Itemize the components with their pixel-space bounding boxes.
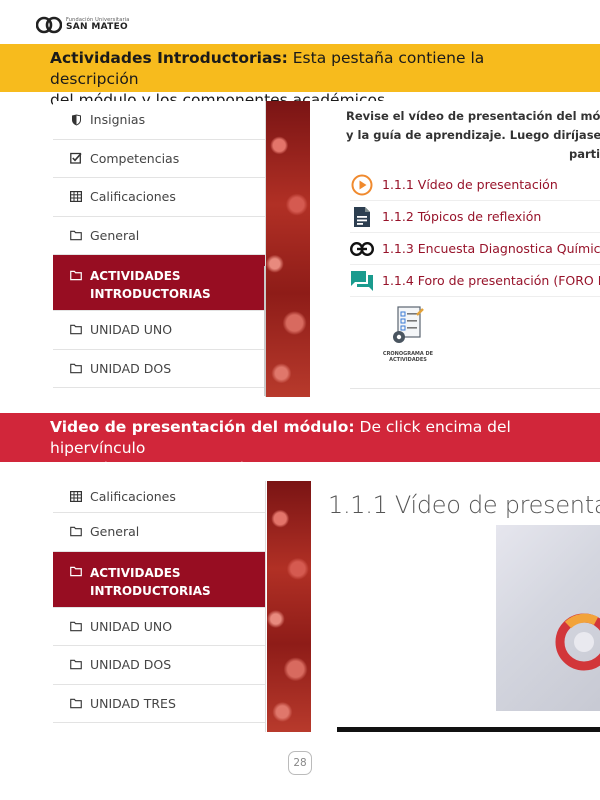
divider [350, 388, 600, 389]
intro-line2: y la guía de aprendizaje. Luego diríjase… [346, 128, 600, 142]
checklist-gear-icon [393, 306, 424, 343]
sidebar-item-unidad-tres[interactable]: UNIDAD TRES [53, 685, 265, 723]
video-page-content: 1.1.1 Vídeo de presentación [311, 481, 600, 732]
sidebar-item-calificaciones[interactable]: Calificaciones [53, 178, 265, 217]
sidebar-item-unidad-uno[interactable]: UNIDAD UNO [53, 311, 265, 350]
activity-encuesta-diagnostica[interactable]: 1.1.3 Encuesta Diagnostica Química y [350, 233, 600, 265]
sidebar-item-calificaciones[interactable]: Calificaciones [53, 481, 265, 513]
folder-icon [70, 362, 82, 374]
sidebar-item-unidad-dos[interactable]: UNIDAD DOS [53, 646, 265, 685]
label-line2: INTRODUCTORIAS [90, 583, 211, 598]
banner2-line2: y podrá ver la información del video. [50, 460, 336, 478]
university-logo: Fundación Universitaria SAN MATEO [36, 14, 130, 36]
link-icon [350, 237, 374, 261]
university-logo-icon [555, 613, 600, 671]
folder-icon [70, 659, 82, 671]
sidebar-item-competencias[interactable]: Competencias [53, 140, 265, 178]
folder-icon [70, 620, 82, 632]
sidebar-item-general[interactable]: General [53, 217, 265, 255]
sidebar-item-label: ACTIVIDADES INTRODUCTORIAS [90, 267, 211, 303]
activity-label: 1.1.1 Vídeo de presentación [382, 177, 558, 192]
video-player[interactable] [496, 525, 600, 711]
activity-label: 1.1.3 Encuesta Diagnostica Química y [382, 241, 600, 256]
intro-line1: Revise el vídeo de presentación del módu… [346, 109, 600, 123]
logo-mark-icon [36, 16, 62, 34]
sidebar-item-actividades-introductorias[interactable]: ACTIVIDADES INTRODUCTORIAS [53, 255, 265, 311]
sidebar-item-unidad-uno[interactable]: UNIDAD UNO [53, 608, 265, 646]
cronograma-label: CRONOGRAMA DE ACTIVIDADES [378, 351, 438, 363]
table-icon [70, 191, 82, 203]
sidebar-item-label: General [90, 227, 140, 243]
cronograma-actividades[interactable]: CRONOGRAMA DE ACTIVIDADES [378, 305, 438, 363]
video-page-title: 1.1.1 Vídeo de presentación [328, 491, 600, 519]
label-line1: ACTIVIDADES [90, 269, 181, 283]
activity-label: 1.1.2 Tópicos de reflexión [382, 209, 542, 224]
label-line1: ACTIVIDADES [90, 565, 181, 580]
shield-icon [70, 114, 82, 126]
crono-line2: ACTIVIDADES [389, 357, 427, 363]
sidebar-item-insignias[interactable]: Insignias [53, 101, 265, 140]
sidebar-item-label: Competencias [90, 150, 180, 166]
activity-topicos-reflexion[interactable]: 1.1.2 Tópicos de reflexión [350, 201, 600, 233]
activity-foro-presentacion[interactable]: 1.1.4 Foro de presentación (FORO DE [350, 265, 600, 297]
table-icon [70, 491, 82, 503]
course-screenshot-1: Insignias Competencias Calificaciones Ge… [53, 101, 600, 397]
sidebar-item-label: Calificaciones [90, 489, 176, 504]
sidebar-item-unidad-dos[interactable]: UNIDAD DOS [53, 350, 265, 388]
label-line2: INTRODUCTORIAS [90, 287, 211, 301]
activity-label: 1.1.4 Foro de presentación (FORO DE [382, 273, 600, 288]
sidebar-item-label: UNIDAD DOS [90, 657, 172, 673]
activity-list: 1.1.1 Vídeo de presentación 1.1.2 Tópico… [350, 169, 600, 297]
course-sidebar: Insignias Competencias Calificaciones Ge… [53, 101, 266, 397]
intro-activities-banner: Actividades Introductorias: Esta pestaña… [0, 44, 600, 109]
decorative-blood-cells-image [266, 101, 310, 397]
folder-icon [70, 566, 82, 578]
banner2-bold: Video de presentación del módulo: [50, 418, 355, 436]
checkbox-icon [70, 152, 82, 164]
sidebar-item-actividades-introductorias[interactable]: ACTIVIDADES INTRODUCTORIAS [53, 551, 265, 608]
sidebar-item-label: Insignias [90, 112, 146, 128]
sidebar-item-label: UNIDAD TRES [90, 695, 176, 711]
sidebar-item-label: UNIDAD UNO [90, 618, 173, 634]
page-number: 28 [288, 751, 312, 775]
section-intro-text: Revise el vídeo de presentación del módu… [346, 107, 600, 164]
folder-icon [70, 324, 82, 336]
logo-big-text: SAN MATEO [66, 22, 128, 32]
activity-video-presentacion[interactable]: 1.1.1 Vídeo de presentación [350, 169, 600, 201]
decorative-blood-cells-image [267, 481, 311, 732]
folder-icon [70, 697, 82, 709]
sidebar-item-general[interactable]: General [53, 513, 265, 552]
folder-icon [70, 269, 82, 281]
folder-icon [70, 229, 82, 241]
sidebar-item-label: Calificaciones [90, 189, 176, 205]
video-control-bar[interactable] [337, 727, 600, 732]
forum-icon [350, 269, 374, 293]
document-icon [350, 205, 374, 229]
sidebar-item-label: ACTIVIDADES INTRODUCTORIAS [90, 564, 211, 600]
sidebar-item-label: General [90, 524, 140, 540]
intro-line3: partic [569, 147, 600, 161]
course-screenshot-2: Calificaciones General ACTIVIDADES INTROD… [53, 481, 600, 732]
video-presentation-banner: Video de presentación del módulo: De cli… [0, 413, 600, 478]
sidebar-item-label: UNIDAD UNO [90, 322, 173, 338]
play-circle-icon [350, 173, 374, 197]
sidebar-item-label: UNIDAD DOS [90, 360, 172, 376]
section-content: Revise el vídeo de presentación del módu… [310, 101, 600, 397]
banner1-bold: Actividades Introductorias: [50, 49, 288, 67]
folder-icon [70, 526, 82, 538]
course-sidebar: Calificaciones General ACTIVIDADES INTROD… [53, 481, 266, 732]
